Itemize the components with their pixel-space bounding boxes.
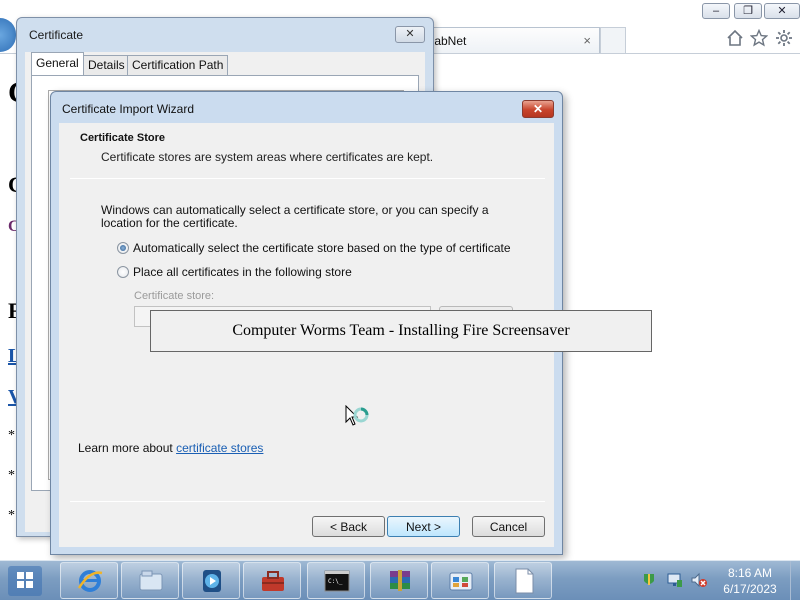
- command-prompt-icon: C:\_: [323, 568, 351, 594]
- learn-more-prefix: Learn more about: [78, 441, 177, 455]
- tab-details[interactable]: Details: [83, 55, 130, 75]
- install-overlay-banner: Computer Worms Team - Installing Fire Sc…: [150, 310, 652, 352]
- security-shield-icon[interactable]: [640, 571, 658, 592]
- volume-muted-icon[interactable]: [690, 571, 708, 592]
- auto-select-store-option[interactable]: Automatically select the certificate sto…: [117, 241, 511, 255]
- show-desktop-button[interactable]: [790, 561, 800, 600]
- taskbar-file-explorer[interactable]: [121, 562, 179, 599]
- favorites-star-icon[interactable]: [749, 28, 769, 52]
- taskbar-control-panel[interactable]: [431, 562, 489, 599]
- new-tab-button[interactable]: [600, 27, 626, 53]
- network-icon[interactable]: [666, 571, 684, 592]
- wizard-footer-divider: [70, 501, 545, 502]
- cancel-button[interactable]: Cancel: [472, 516, 545, 537]
- taskbar-command-prompt[interactable]: C:\_: [307, 562, 365, 599]
- tab-general[interactable]: General: [31, 52, 84, 76]
- wizard-close-button[interactable]: ✕: [522, 100, 554, 118]
- browser-tab[interactable]: llabNet ×: [420, 27, 600, 53]
- browser-restore-button[interactable]: ❐: [734, 3, 762, 19]
- toolbox-icon: [259, 568, 287, 594]
- place-in-store-option[interactable]: Place all certificates in the following …: [117, 265, 352, 279]
- wizard-divider: [70, 178, 545, 179]
- wizard-learn-more: Learn more about certificate stores: [78, 441, 263, 455]
- clock-time: 8:16 AM: [727, 566, 773, 580]
- radio-unselected-icon[interactable]: [117, 266, 129, 278]
- wizard-heading: Certificate Store: [80, 132, 165, 144]
- blank-document-icon: [510, 568, 538, 594]
- start-button[interactable]: [6, 564, 44, 598]
- wizard-title: Certificate Import Wizard: [62, 102, 195, 116]
- gear-icon[interactable]: [775, 29, 793, 52]
- taskbar-clock[interactable]: 8:16 AM 6/17/2023: [714, 565, 786, 597]
- wizard-description: Windows can automatically select a certi…: [101, 203, 489, 230]
- control-panel-icon: [447, 568, 475, 594]
- certificate-dialog-title: Certificate: [29, 28, 84, 42]
- taskbar-toolbox[interactable]: [243, 562, 301, 599]
- taskbar-document[interactable]: [494, 562, 552, 599]
- next-button[interactable]: Next >: [387, 516, 460, 537]
- media-player-icon: [198, 568, 226, 594]
- taskbar-media-player[interactable]: [182, 562, 240, 599]
- svg-text:C:\_: C:\_: [328, 578, 343, 585]
- system-tray: [640, 569, 720, 593]
- tab-certification-path[interactable]: Certification Path: [127, 55, 229, 75]
- certificate-close-button[interactable]: ✕: [395, 26, 425, 43]
- internet-explorer-icon: [76, 568, 104, 594]
- back-button[interactable]: < Back: [312, 516, 385, 537]
- auto-select-store-label: Automatically select the certificate sto…: [133, 241, 511, 255]
- home-icon[interactable]: [726, 29, 744, 52]
- taskbar-internet-explorer[interactable]: [60, 562, 118, 599]
- radio-selected-icon[interactable]: [117, 242, 129, 254]
- clock-date: 6/17/2023: [723, 582, 777, 596]
- certificate-store-label: Certificate store:: [134, 290, 215, 302]
- page-bullet-fragment: *: [8, 468, 15, 483]
- wizard-subheading: Certificate stores are system areas wher…: [101, 150, 434, 164]
- winrar-icon: [386, 568, 414, 594]
- page-bullet-fragment: *: [8, 508, 15, 523]
- taskbar-winrar[interactable]: [370, 562, 428, 599]
- certificate-stores-link[interactable]: certificate stores: [176, 441, 263, 455]
- browser-minimize-button[interactable]: –: [702, 3, 730, 19]
- busy-cursor-icon: [345, 404, 375, 435]
- browser-tab-close-icon[interactable]: ×: [583, 28, 591, 54]
- browser-back-button[interactable]: [0, 18, 16, 52]
- browser-tab-title: llabNet: [429, 34, 467, 48]
- browser-close-button[interactable]: ✕: [764, 3, 800, 19]
- taskbar: C:\_ 8:16 AM 6/17/2023: [0, 560, 800, 600]
- page-bullet-fragment: *: [8, 428, 15, 443]
- file-explorer-icon: [137, 568, 165, 594]
- place-in-store-label: Place all certificates in the following …: [133, 265, 352, 279]
